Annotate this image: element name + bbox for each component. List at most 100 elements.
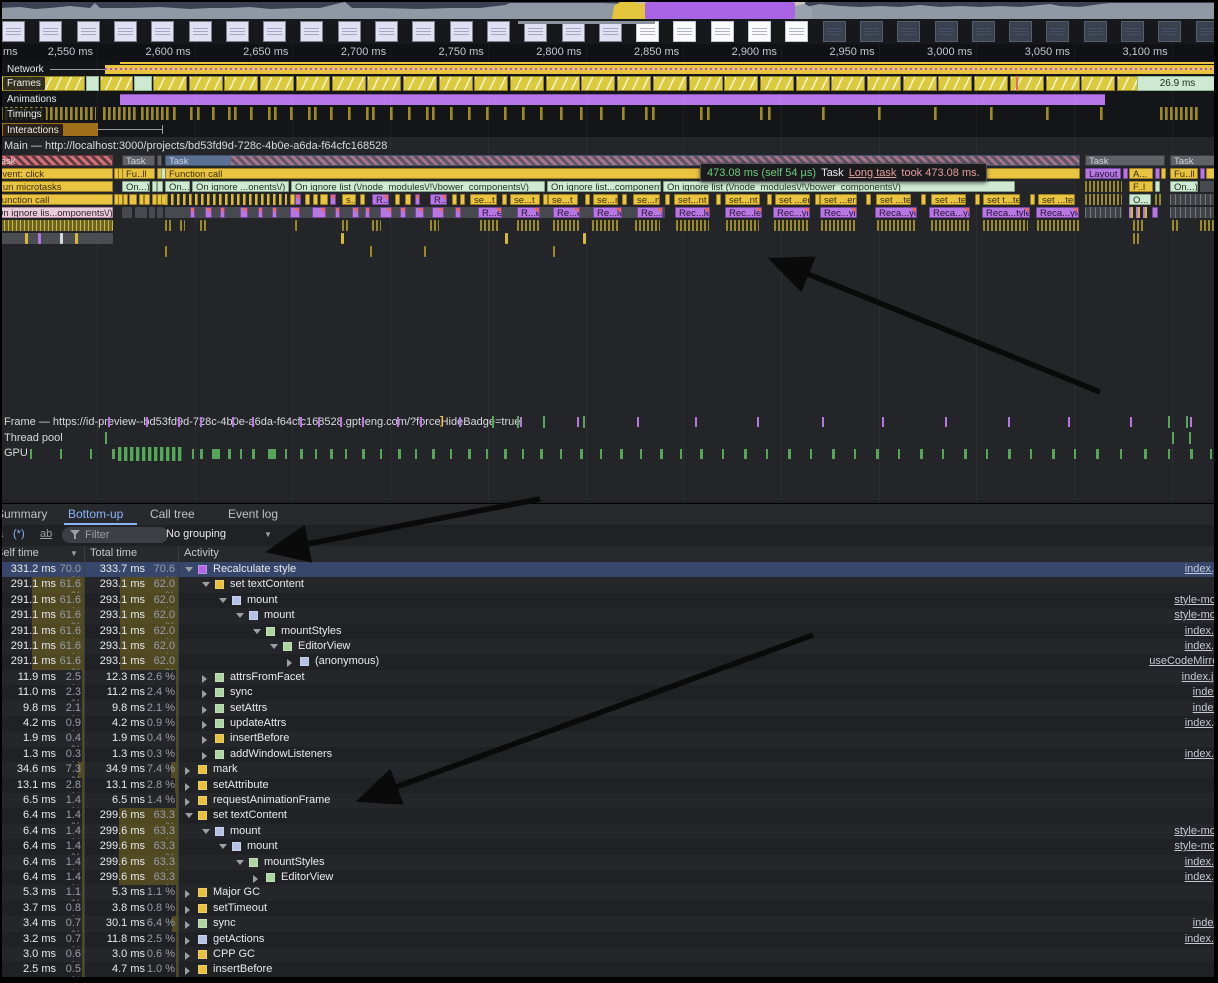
collapse-icon[interactable] [202, 582, 210, 587]
flame-block[interactable] [365, 207, 370, 218]
source-link[interactable]: index.js [1185, 856, 1218, 868]
table-row[interactable]: 6.5 ms1.4 %6.5 ms1.4 %requestAnimationFr… [0, 793, 1218, 808]
timing-marker[interactable] [190, 107, 193, 120]
filmstrip-frame[interactable] [263, 21, 286, 42]
flame-block[interactable] [190, 207, 195, 218]
flame-block[interactable] [432, 207, 444, 218]
flame-block[interactable] [1129, 207, 1149, 218]
timing-marker[interactable] [622, 107, 625, 120]
table-row[interactable]: 6.4 ms1.4 %299.6 ms63.3 %mountStylesinde… [0, 855, 1218, 870]
table-row[interactable]: 3.7 ms0.8 %3.8 ms0.8 %setTimeout [0, 901, 1218, 916]
flame-block[interactable] [144, 194, 150, 205]
frame-cell[interactable] [367, 76, 401, 91]
frame-cell[interactable] [938, 76, 972, 91]
filmstrip-frame[interactable] [673, 21, 696, 42]
filmstrip-frame[interactable] [1084, 21, 1107, 42]
expand-icon[interactable] [202, 721, 207, 729]
table-row[interactable]: 11.9 ms2.5 %12.3 ms2.6 %attrsFromFacetin… [0, 670, 1218, 685]
flame-block[interactable] [258, 207, 263, 218]
timing-marker[interactable] [228, 107, 231, 120]
collapse-icon[interactable] [219, 598, 227, 603]
table-row[interactable]: 291.1 ms61.6 %293.1 ms62.0 %EditorViewin… [0, 639, 1218, 654]
table-row[interactable]: 291.1 ms61.6 %293.1 ms62.0 %mountstyle-m… [0, 593, 1218, 608]
timing-marker[interactable] [707, 107, 710, 120]
filmstrip-frame[interactable] [77, 21, 100, 42]
collapse-icon[interactable] [236, 860, 244, 865]
filmstrip-frame[interactable] [450, 21, 473, 42]
flame-block[interactable] [502, 194, 507, 205]
table-row[interactable]: 6.4 ms1.4 %299.6 ms63.3 %set textContent [0, 808, 1218, 823]
flame-block[interactable] [1155, 168, 1160, 179]
timing-marker[interactable] [645, 107, 648, 120]
flame-block[interactable] [149, 207, 155, 218]
flame-block[interactable] [370, 246, 374, 257]
flame-block[interactable] [305, 194, 310, 205]
source-link[interactable]: index.js [1185, 640, 1218, 652]
flame-block[interactable] [1155, 181, 1160, 192]
flame-block[interactable] [424, 246, 427, 257]
timing-marker[interactable] [652, 107, 655, 120]
frame-cell[interactable] [546, 76, 580, 91]
flame-block[interactable] [1133, 233, 1139, 244]
cpu-overview-strip[interactable] [0, 0, 1218, 19]
expand-icon[interactable] [185, 767, 190, 775]
flame-block[interactable]: se...nt [593, 194, 618, 205]
expand-icon[interactable] [185, 952, 190, 960]
flame-block[interactable] [983, 220, 1028, 231]
table-row[interactable]: 4.2 ms0.9 %4.2 ms0.9 %updateAttrsindex.j… [0, 716, 1218, 731]
filter-input[interactable]: Filter [62, 527, 168, 543]
frame-cell[interactable] [867, 76, 901, 91]
source-link[interactable]: index.js [1185, 717, 1218, 729]
flame-block[interactable] [290, 207, 300, 218]
tooltip-long-task-link[interactable]: Long task [849, 167, 897, 179]
filmstrip-frame[interactable] [599, 21, 622, 42]
flame-block[interactable] [635, 220, 660, 231]
flame-block[interactable]: R...e [478, 207, 502, 218]
flame-block[interactable]: On...) [122, 181, 150, 192]
filmstrip-frame[interactable] [562, 21, 585, 42]
timing-marker[interactable] [560, 107, 563, 120]
flame-block[interactable] [1170, 207, 1218, 218]
source-link[interactable]: style-mod [1174, 609, 1218, 621]
flame-block[interactable] [1206, 168, 1218, 179]
filmstrip-frame[interactable] [1121, 21, 1144, 42]
expand-icon[interactable] [185, 967, 190, 975]
timing-marker[interactable] [426, 107, 429, 120]
source-link[interactable]: style-mod [1174, 825, 1218, 837]
flame-block[interactable] [716, 194, 721, 205]
flame-block[interactable]: R... [372, 194, 389, 205]
gpu-track[interactable]: GPU [0, 446, 1218, 462]
flame-block[interactable] [165, 246, 169, 257]
flame-block[interactable] [505, 233, 508, 244]
expand-icon[interactable] [185, 783, 190, 791]
flame-block[interactable] [1200, 168, 1205, 179]
flame-block[interactable]: Reca...yle [1036, 207, 1079, 218]
grouping-select[interactable]: No grouping [166, 528, 226, 540]
flame-block[interactable]: Event: click [0, 168, 113, 179]
filmstrip-frame[interactable] [972, 21, 995, 42]
flame-block[interactable] [1155, 194, 1163, 205]
frame-cell[interactable] [653, 76, 687, 91]
flame-block[interactable] [415, 207, 424, 218]
flame-block[interactable]: Re...le [637, 207, 663, 218]
flame-block[interactable]: set ...tent [1038, 194, 1075, 205]
flame-block[interactable] [480, 220, 500, 231]
timing-marker[interactable] [700, 107, 703, 120]
source-link[interactable]: index.js [1185, 625, 1218, 637]
expand-icon[interactable] [287, 659, 292, 667]
flame-block[interactable]: se...t [548, 194, 578, 205]
flame-block[interactable] [430, 220, 439, 231]
source-link[interactable]: useCodeMirror [1149, 655, 1218, 667]
timing-marker[interactable] [308, 107, 311, 120]
table-row[interactable]: 291.1 ms61.6 %293.1 ms62.0 %mountStylesi… [0, 624, 1218, 639]
source-link[interactable]: style-mod [1174, 840, 1218, 852]
flame-block[interactable]: R...e [517, 207, 540, 218]
frame-cell[interactable] [760, 76, 794, 91]
flame-block[interactable]: F..l [1129, 181, 1153, 192]
flame-block[interactable]: Fu..ll [1170, 168, 1198, 179]
timing-marker[interactable] [540, 107, 543, 120]
flame-block[interactable]: Rec...yle [773, 207, 810, 218]
source-link[interactable]: index.js [1185, 871, 1218, 883]
flame-block[interactable]: On ignore ...onents\/) [192, 181, 289, 192]
filmstrip-frame[interactable] [487, 21, 510, 42]
